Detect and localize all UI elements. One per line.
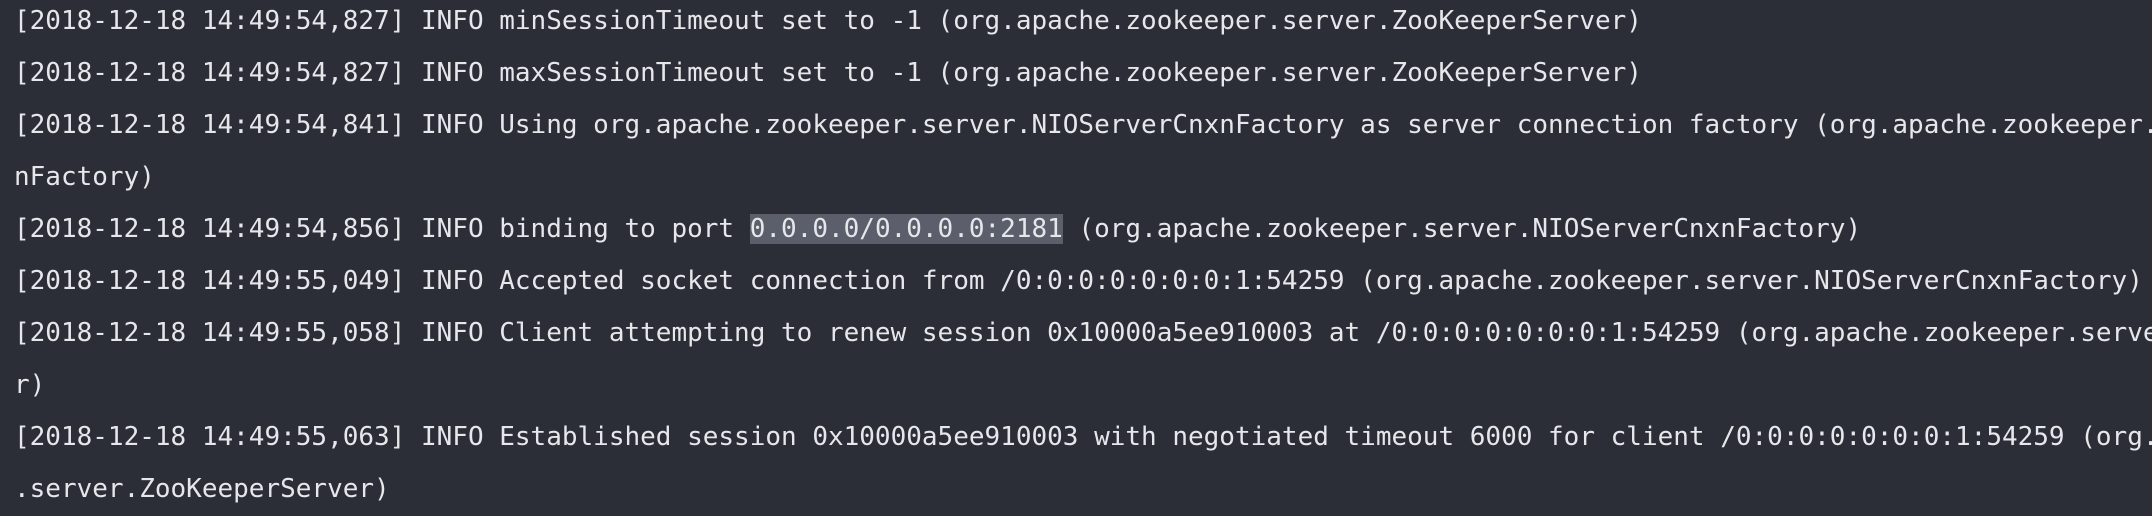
log-line: [2018-12-18 14:49:54,841] INFO Using org…: [14, 110, 2152, 140]
log-line: [2018-12-18 14:49:55,049] INFO Accepted …: [14, 266, 2143, 296]
log-line: [2018-12-18 14:49:54,827] INFO maxSessio…: [14, 58, 1642, 88]
log-text: (org.apache.zookeeper.server.NIOServerCn…: [1062, 214, 1862, 244]
log-line: [2018-12-18 14:49:54,827] INFO minSessio…: [14, 6, 1642, 36]
log-line: [2018-12-18 14:49:54,856] INFO binding t…: [14, 210, 2152, 262]
log-line: [2018-12-18 14:49:55,063] INFO Establish…: [14, 422, 2152, 452]
log-text: [2018-12-18 14:49:54,856] INFO binding t…: [14, 214, 750, 244]
log-line-continuation: .server.ZooKeeperServer): [14, 474, 390, 504]
log-line-continuation: r): [14, 370, 46, 400]
log-line-continuation: nFactory): [14, 162, 155, 192]
selected-text[interactable]: 0.0.0.0/0.0.0.0:2181: [749, 214, 1063, 244]
log-line: [2018-12-18 14:49:55,058] INFO Client at…: [14, 318, 2152, 348]
terminal-output[interactable]: [2018-12-18 14:49:54,827] INFO minSessio…: [0, 0, 2152, 516]
